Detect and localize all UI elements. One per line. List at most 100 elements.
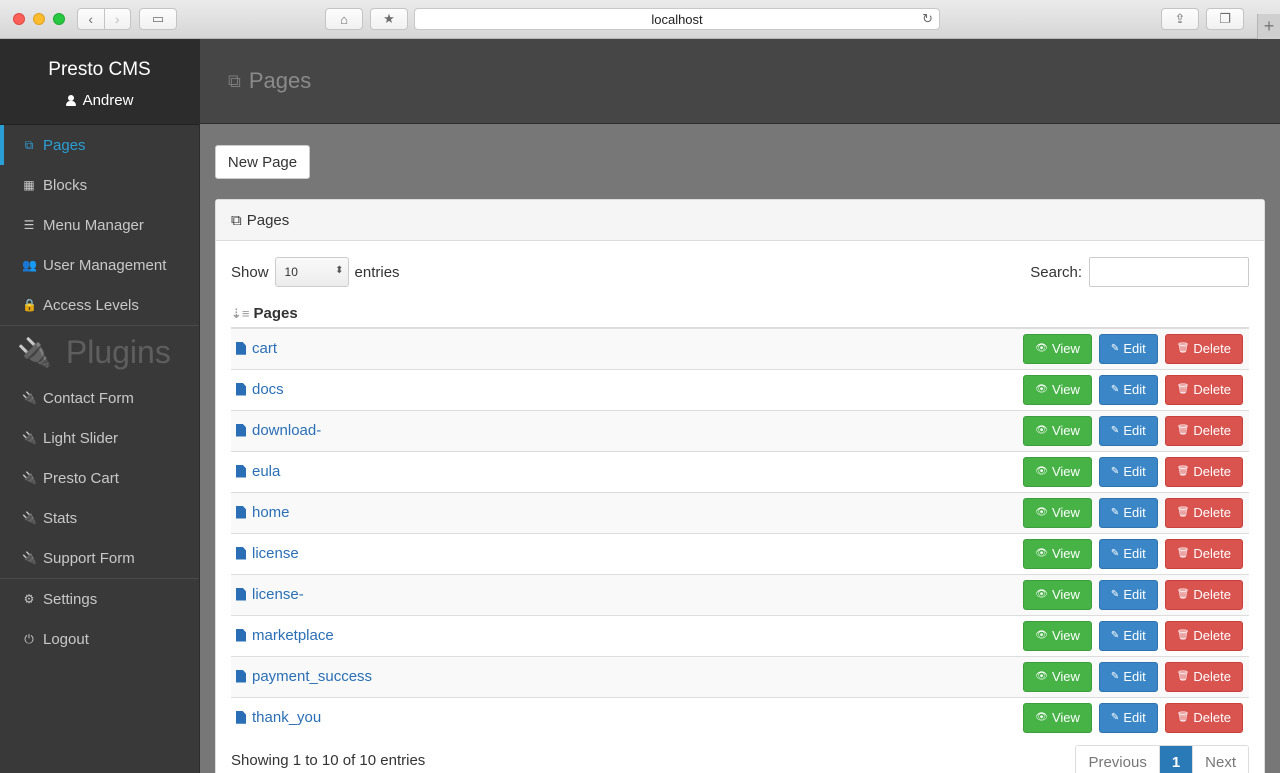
sidebar-item-access-levels[interactable]: 🔒 Access Levels [0,285,199,325]
view-button[interactable]: 👁 View [1023,456,1092,487]
delete-button[interactable]: 🗑 Delete [1164,702,1243,733]
sidebar-item-user-management[interactable]: 👥 User Management [0,245,199,285]
delete-label: Delete [1193,423,1231,438]
home-icon[interactable]: ⌂ [325,8,363,30]
view-button[interactable]: 👁 View [1023,333,1092,364]
column-header-pages[interactable]: ⇣≡ Pages [231,299,1249,329]
sidebar-item-stats[interactable]: 🔌 Stats [0,498,199,538]
table-controls: Show 10 entries Search: [216,241,1264,299]
zoom-window-button[interactable] [53,13,65,25]
main-menu: ⧉ Pages ▦ Blocks ☰ Menu Manager 👥 User M… [0,125,199,325]
forward-icon[interactable]: › [103,9,131,29]
page-link[interactable]: home [236,504,290,521]
plugins-heading: 🔌 Plugins [0,326,199,378]
delete-button[interactable]: 🗑 Delete [1164,497,1243,528]
actions-cell: 👁 View ✎ Edit 🗑 Delete [619,451,1249,492]
reload-icon[interactable]: ↻ [922,11,933,27]
plug-icon: 🔌 [22,391,37,405]
page-link[interactable]: license [236,545,299,562]
page-name-cell: license- [231,574,619,615]
new-tab-button[interactable]: + [1257,14,1280,39]
sidebar-item-presto-cart[interactable]: 🔌 Presto Cart [0,458,199,498]
view-button[interactable]: 👁 View [1023,579,1092,610]
delete-button[interactable]: 🗑 Delete [1164,333,1243,364]
page-link[interactable]: docs [236,381,284,398]
table-row: license- 👁 View ✎ Edit 🗑 Delete [231,574,1249,615]
back-icon[interactable]: ‹ [78,9,104,29]
next-page-button[interactable]: Next [1192,746,1248,773]
page-name-cell: cart [231,328,619,369]
edit-button[interactable]: ✎ Edit [1098,702,1158,733]
view-button[interactable]: 👁 View [1023,661,1092,692]
edit-button[interactable]: ✎ Edit [1098,538,1158,569]
edit-button[interactable]: ✎ Edit [1098,456,1158,487]
page-link[interactable]: download- [236,422,321,439]
edit-button[interactable]: ✎ Edit [1098,415,1158,446]
page-1-button[interactable]: 1 [1158,746,1193,773]
edit-button[interactable]: ✎ Edit [1098,579,1158,610]
new-page-button[interactable]: New Page [215,145,310,179]
share-icon[interactable]: ⇪ [1161,8,1199,30]
current-user[interactable]: Andrew [0,92,199,109]
page-header: ⧉ Pages [200,39,1280,124]
delete-button[interactable]: 🗑 Delete [1164,661,1243,692]
page-name-cell: download- [231,410,619,451]
sidebar-item-menu-manager[interactable]: ☰ Menu Manager [0,205,199,245]
pencil-icon: ✎ [1110,343,1120,355]
trash-icon: 🗑 [1176,548,1190,559]
page-name: license- [252,585,304,603]
delete-button[interactable]: 🗑 Delete [1164,538,1243,569]
page-link[interactable]: license- [236,586,304,603]
address-bar[interactable]: localhost ↻ [414,8,940,30]
close-window-button[interactable] [13,13,25,25]
table-row: license 👁 View ✎ Edit 🗑 Delete [231,533,1249,574]
table-row: marketplace 👁 View ✎ Edit 🗑 Delete [231,615,1249,656]
page-link[interactable]: cart [236,340,277,357]
pencil-icon: ✎ [1110,589,1120,600]
user-name: Andrew [82,92,134,109]
edit-button[interactable]: ✎ Edit [1098,497,1158,528]
table-info: Showing 1 to 10 of 10 entries [231,752,426,769]
gear-icon: ⚙ [23,592,35,606]
previous-page-button[interactable]: Previous [1076,746,1159,773]
page-link[interactable]: marketplace [236,627,334,644]
tabs-icon[interactable]: ❐ [1206,8,1244,30]
sidebar-item-light-slider[interactable]: 🔌 Light Slider [0,418,199,458]
panel-heading: ⧉ Pages [216,200,1264,241]
sidebar-item-label: Blocks [43,176,88,194]
sidebar-item-settings[interactable]: ⚙ Settings [0,579,199,619]
sidebar-toggle-icon[interactable]: ▭ [139,8,177,30]
page-link[interactable]: payment_success [236,668,372,685]
edit-button[interactable]: ✎ Edit [1098,620,1158,651]
edit-button[interactable]: ✎ Edit [1098,374,1158,405]
delete-button[interactable]: 🗑 Delete [1164,415,1243,446]
view-button[interactable]: 👁 View [1023,538,1092,569]
sidebar-item-support-form[interactable]: 🔌 Support Form [0,538,199,578]
page-length-select[interactable]: 10 [274,257,349,287]
sidebar-item-blocks[interactable]: ▦ Blocks [0,165,199,205]
delete-button[interactable]: 🗑 Delete [1164,374,1243,405]
plugins-menu: 🔌 Contact Form 🔌 Light Slider 🔌 Presto C… [0,378,199,578]
delete-label: Delete [1193,710,1231,726]
minimize-window-button[interactable] [33,13,45,25]
view-button[interactable]: 👁 View [1023,497,1092,528]
edit-button[interactable]: ✎ Edit [1098,661,1158,692]
page-link[interactable]: eula [236,463,280,480]
view-button[interactable]: 👁 View [1023,374,1092,405]
delete-button[interactable]: 🗑 Delete [1164,620,1243,651]
sidebar-item-logout[interactable]: ⏻ Logout [0,619,199,659]
delete-button[interactable]: 🗑 Delete [1164,579,1243,610]
edit-button[interactable]: ✎ Edit [1098,333,1158,364]
bookmark-icon[interactable]: ★ [370,8,408,30]
sidebar-item-pages[interactable]: ⧉ Pages [0,125,199,165]
search-input[interactable] [1089,257,1249,287]
view-label: View [1051,505,1080,520]
edit-label: Edit [1123,505,1146,520]
page-link[interactable]: thank_you [236,709,321,726]
view-button[interactable]: 👁 View [1023,415,1092,446]
view-button[interactable]: 👁 View [1023,702,1092,733]
delete-label: Delete [1193,546,1231,561]
delete-button[interactable]: 🗑 Delete [1164,456,1243,487]
sidebar-item-contact-form[interactable]: 🔌 Contact Form [0,378,199,418]
view-button[interactable]: 👁 View [1023,620,1092,651]
